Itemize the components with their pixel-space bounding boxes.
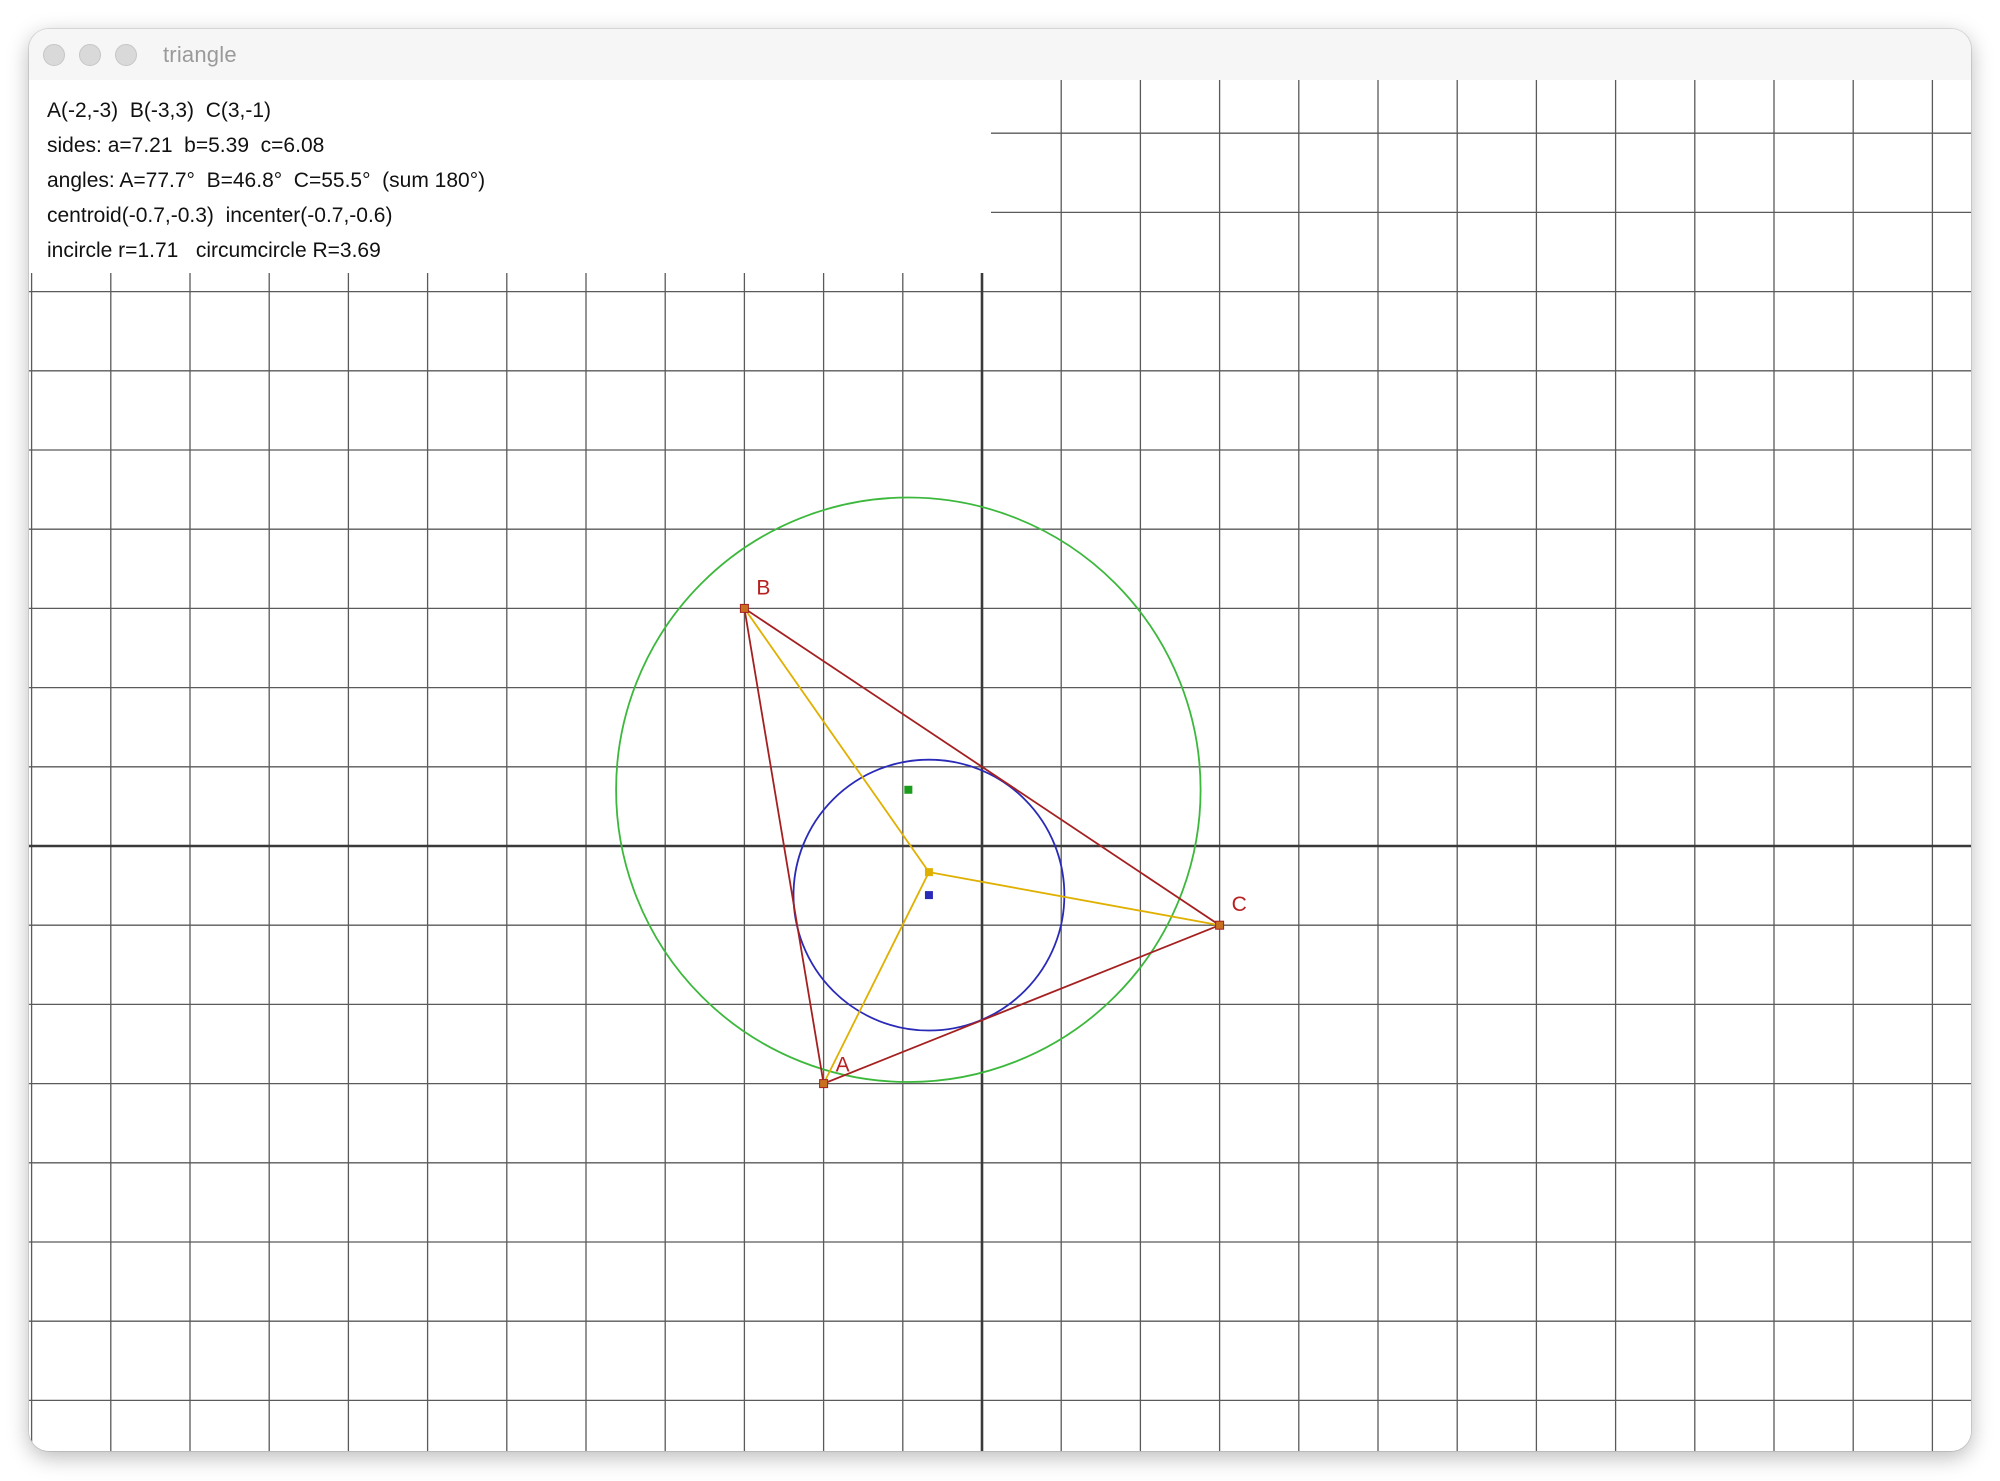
window-title: triangle <box>163 42 237 67</box>
centers-line: centroid(-0.7,-0.3) incenter(-0.7,-0.6) <box>47 204 393 227</box>
angles-line: angles: A=77.7° B=46.8° C=55.5° (sum 180… <box>47 169 486 192</box>
zoom-button[interactable] <box>115 44 137 66</box>
median-a <box>822 871 930 1085</box>
app-window: triangle A B C A(-2,-3) B(-3,3) C(3,-1) si… <box>29 29 1971 1451</box>
title-bar[interactable]: triangle <box>29 29 1971 81</box>
minimize-button[interactable] <box>79 44 101 66</box>
geometry-canvas[interactable]: A B C A(-2,-3) B(-3,3) C(3,-1) sides: a=7.… <box>29 80 1971 1451</box>
median-c <box>928 871 1220 927</box>
centroid-marker <box>924 868 933 877</box>
info-panel: A(-2,-3) B(-3,3) C(3,-1) sides: a=7.21 b… <box>29 80 991 273</box>
vertex-label-b: B <box>756 576 770 599</box>
vertex-label-a: A <box>836 1054 850 1077</box>
vertex-handle-a[interactable] <box>819 1079 829 1089</box>
coordinates-line: A(-2,-3) B(-3,3) C(3,-1) <box>47 99 272 122</box>
incenter-marker <box>924 891 933 900</box>
plot-area[interactable]: A B C <box>29 80 1971 1451</box>
circumcenter-marker <box>904 785 913 794</box>
close-button[interactable] <box>43 44 65 66</box>
vertex-handle-b[interactable] <box>739 603 749 613</box>
vertex-handle-c[interactable] <box>1215 920 1225 930</box>
sides-line: sides: a=7.21 b=5.39 c=6.08 <box>47 134 325 157</box>
median-b <box>743 607 930 873</box>
vertex-label-c: C <box>1232 893 1247 916</box>
circles-line: incircle r=1.71 circumcircle R=3.69 <box>47 239 381 262</box>
